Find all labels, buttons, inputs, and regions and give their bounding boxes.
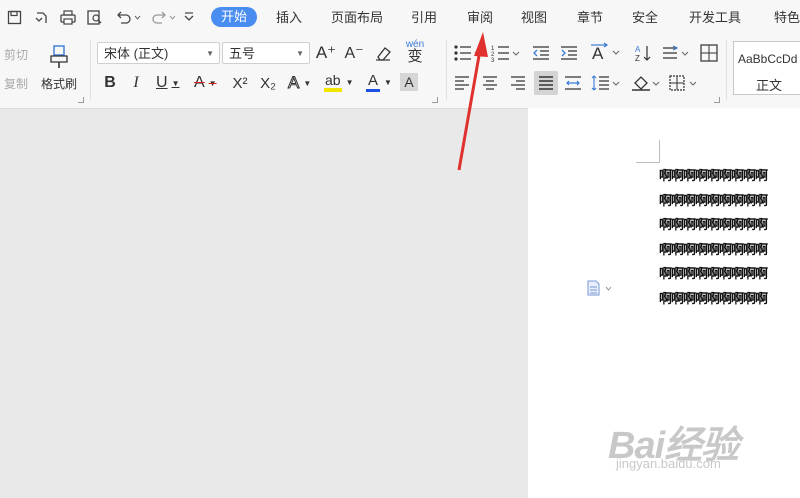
- tab-references[interactable]: 引用: [411, 9, 437, 27]
- watermark: Bai经验 jingyan.baidu.com: [608, 414, 739, 471]
- decrease-indent-icon[interactable]: [530, 42, 552, 64]
- margin-mark: [636, 162, 659, 163]
- sort-icon[interactable]: AZ: [632, 42, 654, 64]
- copy-button[interactable]: 复制: [2, 75, 30, 91]
- paragraph-layout-icon[interactable]: [585, 280, 615, 296]
- subscript-button[interactable]: X₂: [256, 72, 280, 94]
- font-color-button[interactable]: A ▼: [364, 70, 396, 94]
- superscript-button[interactable]: X²: [228, 72, 252, 94]
- text-effect-button[interactable]: A ▼: [286, 72, 318, 94]
- italic-button[interactable]: I: [126, 72, 146, 94]
- customize-icon[interactable]: [180, 8, 198, 26]
- chevron-down-icon: ▼: [303, 78, 312, 88]
- borders-icon[interactable]: [668, 72, 700, 94]
- line-spacing-icon[interactable]: [660, 42, 692, 64]
- chevron-down-icon: ▼: [171, 78, 180, 88]
- format-painter-icon[interactable]: [40, 42, 78, 72]
- highlight-button[interactable]: ab ▼: [324, 70, 362, 94]
- clipboard-dialog-launcher[interactable]: [78, 97, 84, 103]
- separator: [446, 40, 447, 100]
- save-icon[interactable]: [5, 8, 23, 26]
- shrink-font-button[interactable]: A⁻: [342, 42, 366, 64]
- chevron-down-icon: ▼: [206, 49, 214, 58]
- svg-text:A: A: [635, 45, 641, 54]
- font-name-value: 宋体 (正文): [104, 46, 169, 61]
- print-preview-icon[interactable]: [86, 8, 104, 26]
- undo-icon[interactable]: [114, 8, 142, 26]
- highlight-label: ab: [324, 72, 342, 92]
- tab-insert[interactable]: 插入: [276, 9, 302, 27]
- char-shading-button[interactable]: A: [400, 73, 418, 91]
- bold-button[interactable]: B: [100, 72, 120, 94]
- text-effect-label: A: [287, 73, 300, 93]
- document-line: 啊啊啊啊啊啊啊啊啊: [659, 218, 768, 233]
- tab-developer[interactable]: 开发工具: [689, 9, 741, 27]
- phonetic-guide-button[interactable]: wén 变: [402, 40, 428, 65]
- phonetic-char: 变: [407, 48, 423, 65]
- print-icon[interactable]: [59, 8, 77, 26]
- redo-icon[interactable]: [150, 8, 178, 26]
- tab-special[interactable]: 特色: [774, 9, 800, 27]
- margin-mark: [659, 140, 660, 163]
- underline-label: U: [156, 74, 168, 91]
- font-color-label: A: [366, 72, 381, 92]
- strikethrough-label: A: [194, 74, 205, 91]
- strikethrough-button[interactable]: A ▼: [192, 72, 224, 94]
- redo-file-icon[interactable]: [32, 8, 50, 26]
- document-line: 啊啊啊啊啊啊啊啊啊: [659, 169, 768, 184]
- tab-start[interactable]: 开始: [211, 7, 258, 27]
- document-line: 啊啊啊啊啊啊啊啊啊: [659, 291, 768, 307]
- cut-button[interactable]: 剪切: [2, 46, 30, 62]
- tab-page-layout[interactable]: 页面布局: [331, 9, 383, 27]
- menu-bar: 开始 插入 页面布局 引用 审阅 视图 章节 安全 开发工具 特色: [0, 0, 800, 36]
- document-line: 啊啊啊啊啊啊啊啊啊: [659, 193, 768, 209]
- tab-chapter[interactable]: 章节: [577, 9, 603, 27]
- font-dialog-launcher[interactable]: [432, 97, 438, 103]
- document-line: 啊啊啊啊啊啊啊啊啊: [659, 267, 768, 282]
- chevron-down-icon: ▼: [208, 78, 217, 88]
- align-right-icon[interactable]: [508, 72, 528, 94]
- paragraph-dialog-launcher[interactable]: [714, 97, 720, 103]
- distributed-icon[interactable]: [562, 72, 584, 94]
- chevron-down-icon: ▼: [384, 77, 392, 87]
- document-text[interactable]: 啊啊啊啊啊啊啊啊啊 啊啊啊啊啊啊啊啊啊 啊啊啊啊啊啊啊啊啊 啊啊啊啊啊啊啊啊啊 …: [659, 165, 768, 312]
- text-direction-icon[interactable]: A: [588, 40, 624, 64]
- shading-icon[interactable]: [630, 72, 662, 94]
- paragraph-spacing-icon[interactable]: [590, 72, 622, 94]
- annotation-arrow: [457, 32, 488, 171]
- chevron-down-icon: ▼: [296, 49, 304, 58]
- font-name-select[interactable]: 宋体 (正文) ▼: [97, 42, 220, 64]
- separator: [90, 40, 91, 100]
- separator: [726, 40, 727, 100]
- style-sample: AaBbCcDd: [738, 52, 798, 66]
- style-gallery-item[interactable]: AaBbCcDd 正文: [733, 41, 800, 95]
- format-painter-button[interactable]: 格式刷: [38, 75, 80, 91]
- underline-button[interactable]: U ▼: [152, 72, 186, 94]
- svg-text:A: A: [592, 44, 604, 63]
- font-size-value: 五号: [229, 46, 256, 61]
- tab-view[interactable]: 视图: [521, 9, 547, 27]
- style-name: 正文: [756, 78, 783, 93]
- clear-format-icon[interactable]: [372, 43, 394, 63]
- grow-font-button[interactable]: A⁺: [314, 42, 338, 64]
- show-hide-icon[interactable]: [698, 42, 720, 64]
- document-line: 啊啊啊啊啊啊啊啊啊: [659, 242, 768, 258]
- watermark-url: jingyan.baidu.com: [616, 456, 721, 471]
- svg-text:Z: Z: [635, 54, 640, 62]
- increase-indent-icon[interactable]: [558, 42, 580, 64]
- chevron-down-icon: ▼: [345, 77, 354, 87]
- justify-icon[interactable]: [534, 71, 558, 95]
- tab-security[interactable]: 安全: [632, 9, 658, 27]
- font-size-select[interactable]: 五号 ▼: [222, 42, 310, 64]
